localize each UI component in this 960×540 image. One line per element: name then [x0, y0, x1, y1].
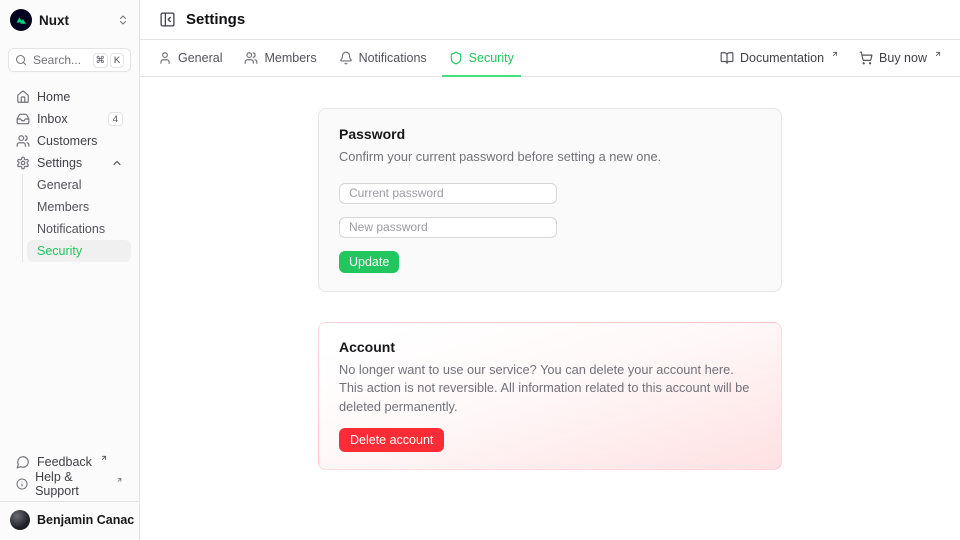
update-password-button[interactable]: Update [339, 251, 399, 273]
sidebar-item-label: Customers [37, 134, 97, 148]
kbd-meta: ⌘ [93, 53, 109, 68]
external-link-icon [100, 454, 108, 462]
nuxt-logo-icon [10, 9, 32, 31]
sidebar-item-home[interactable]: Home [8, 86, 131, 108]
sidebar-nav: Home Inbox 4 Customers Settings General [0, 78, 139, 262]
app-window: Nuxt Search... ⌘ K Home Inbox 4 Cu [0, 0, 960, 540]
buy-now-link[interactable]: Buy now [859, 51, 942, 65]
help-support-link[interactable]: Help & Support [8, 473, 131, 495]
bell-icon [339, 51, 353, 65]
search-icon [15, 54, 27, 66]
user-icon [158, 51, 172, 65]
sidebar-subitem-label: Members [37, 200, 89, 214]
sidebar-item-inbox[interactable]: Inbox 4 [8, 108, 131, 130]
footer-link-label: Help & Support [35, 470, 108, 498]
sidebar-collapse-button[interactable] [158, 11, 176, 29]
sidebar-item-settings[interactable]: Settings [8, 152, 131, 174]
user-avatar [10, 510, 30, 530]
sidebar-item-general[interactable]: General [27, 174, 131, 196]
password-card: Password Confirm your current password b… [318, 108, 782, 292]
sidebar-item-customers[interactable]: Customers [8, 130, 131, 152]
settings-subnav: General Members Notifications Security [22, 174, 131, 262]
panel-left-close-icon [159, 11, 176, 28]
user-name: Benjamin Canac [37, 513, 134, 527]
sidebar-subitem-label: Security [37, 244, 82, 258]
team-switcher[interactable]: Nuxt [0, 0, 139, 40]
inbox-icon [16, 112, 30, 126]
sidebar-subitem-label: General [37, 178, 81, 192]
sidebar-item-notifications[interactable]: Notifications [27, 218, 131, 240]
sidebar-item-label: Settings [37, 156, 82, 170]
external-link-icon [116, 476, 123, 484]
new-password-field[interactable] [339, 217, 557, 238]
page-title: Settings [186, 11, 245, 28]
shopping-cart-icon [859, 51, 873, 65]
info-icon [16, 477, 28, 491]
kbd-k: K [110, 53, 124, 68]
tab-label: General [178, 51, 222, 65]
search-input[interactable]: Search... ⌘ K [8, 48, 131, 72]
top-link-label: Documentation [740, 51, 824, 65]
users-icon [244, 51, 258, 65]
team-name: Nuxt [39, 13, 69, 28]
sidebar-item-members[interactable]: Members [27, 196, 131, 218]
tab-general[interactable]: General [158, 40, 222, 76]
top-link-label: Buy now [879, 51, 927, 65]
shield-icon [449, 51, 463, 65]
sidebar-item-label: Home [37, 90, 70, 104]
sidebar-footer: Feedback Help & Support Benjamin Canac [0, 443, 139, 540]
search-placeholder: Search... [33, 53, 81, 67]
password-card-title: Password [339, 126, 761, 142]
message-circle-icon [16, 455, 30, 469]
tab-members[interactable]: Members [244, 40, 316, 76]
home-icon [16, 90, 30, 104]
account-card-title: Account [339, 339, 761, 355]
current-password-field[interactable] [339, 183, 557, 204]
tabs: General Members Notifications Security [158, 40, 514, 76]
users-icon [16, 134, 30, 148]
tab-notifications[interactable]: Notifications [339, 40, 427, 76]
sidebar-subitem-label: Notifications [37, 222, 105, 236]
page-header: Settings [140, 0, 960, 40]
book-open-icon [720, 51, 734, 65]
documentation-link[interactable]: Documentation [720, 51, 839, 65]
sidebar-item-label: Inbox [37, 112, 68, 126]
sidebar-item-security[interactable]: Security [27, 240, 131, 262]
delete-account-button[interactable]: Delete account [339, 428, 444, 452]
chevrons-up-down-icon [117, 14, 129, 26]
tab-security[interactable]: Security [449, 40, 514, 76]
main-panel: Settings General Members Notifications [140, 0, 960, 540]
footer-link-label: Feedback [37, 455, 92, 469]
chevron-up-icon [111, 157, 123, 169]
external-link-icon [934, 50, 942, 58]
search-kbd-group: ⌘ K [93, 53, 125, 68]
external-link-icon [831, 50, 839, 58]
settings-tabbar: General Members Notifications Security [140, 40, 960, 77]
user-menu[interactable]: Benjamin Canac [8, 502, 131, 532]
tab-label: Members [264, 51, 316, 65]
settings-security-content: Password Confirm your current password b… [140, 77, 960, 540]
tab-label: Security [469, 51, 514, 65]
tab-label: Notifications [359, 51, 427, 65]
account-card-description: No longer want to use our service? You c… [339, 361, 761, 417]
header-links: Documentation Buy now [720, 51, 942, 65]
gear-icon [16, 156, 30, 170]
account-danger-card: Account No longer want to use our servic… [318, 322, 782, 471]
password-card-description: Confirm your current password before set… [339, 148, 761, 167]
inbox-count-badge: 4 [108, 112, 123, 126]
sidebar: Nuxt Search... ⌘ K Home Inbox 4 Cu [0, 0, 140, 540]
